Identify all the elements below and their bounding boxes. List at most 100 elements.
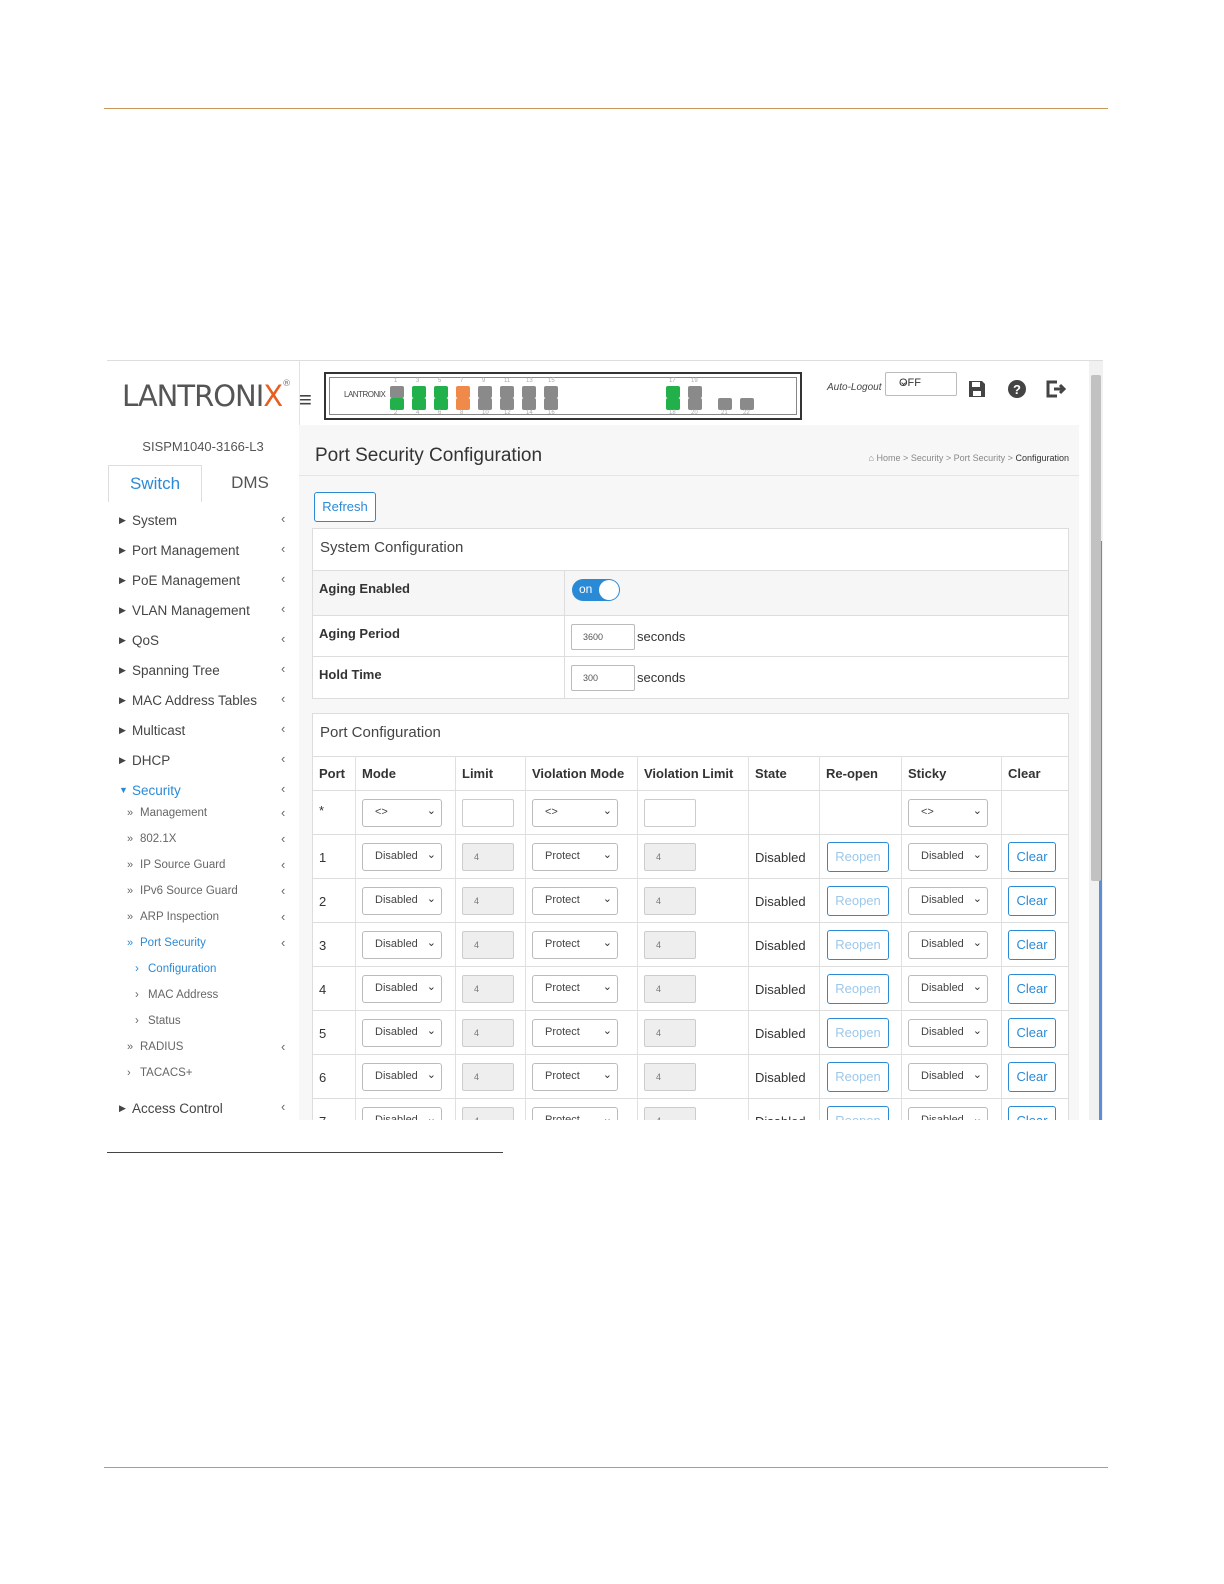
violation-limit-input[interactable]: 4 (644, 1063, 696, 1091)
mode-select[interactable]: Disabled ⌄ (362, 887, 442, 915)
scrollbar[interactable] (1089, 361, 1103, 1120)
switch-port[interactable] (390, 386, 404, 398)
switch-port[interactable] (522, 398, 536, 410)
submenu-radius[interactable]: » RADIUS ‹ (107, 1039, 299, 1059)
tab-switch[interactable]: Switch (108, 465, 202, 502)
submenu-arp-inspection[interactable]: » ARP Inspection ‹ (107, 909, 299, 929)
breadcrumb-security[interactable]: Security (911, 453, 944, 463)
menu-poe-management[interactable]: ▶ PoE Management ‹ (107, 571, 299, 593)
save-icon[interactable] (967, 379, 987, 405)
reopen-button[interactable]: Reopen (827, 886, 889, 916)
mode-select[interactable]: Disabled ⌄ (362, 1063, 442, 1091)
switch-port[interactable] (434, 386, 448, 398)
reopen-button[interactable]: Reopen (827, 1106, 889, 1120)
switch-port[interactable] (456, 398, 470, 410)
help-icon[interactable]: ? (1007, 379, 1027, 405)
menu-vlan-management[interactable]: ▶ VLAN Management ‹ (107, 601, 299, 623)
wildcard-sticky-select[interactable]: <> ⌄ (908, 799, 988, 827)
switch-port[interactable] (456, 386, 470, 398)
submenu-mac-address[interactable]: › MAC Address (107, 987, 299, 1007)
switch-port[interactable] (500, 398, 514, 410)
menu-system[interactable]: ▶ System ‹ (107, 511, 299, 533)
switch-port[interactable] (412, 386, 426, 398)
violation-mode-select[interactable]: Protect ⌄ (532, 1063, 618, 1091)
hamburger-menu-icon[interactable]: ≡ (299, 387, 312, 413)
limit-input[interactable]: 4 (462, 843, 514, 871)
submenu-status[interactable]: › Status (107, 1013, 299, 1033)
sticky-select[interactable]: Disabled ⌄ (908, 1063, 988, 1091)
logout-icon[interactable] (1045, 379, 1067, 405)
switch-port[interactable] (544, 386, 558, 398)
menu-mac-address-tables[interactable]: ▶ MAC Address Tables ‹ (107, 691, 299, 713)
submenu-ipv6-source-guard[interactable]: » IPv6 Source Guard ‹ (107, 883, 299, 903)
limit-input[interactable]: 4 (462, 1019, 514, 1047)
menu-security[interactable]: ▼ Security ‹ (107, 781, 299, 803)
sticky-select[interactable]: Disabled ⌄ (908, 931, 988, 959)
clear-button[interactable]: Clear (1008, 1018, 1056, 1048)
wildcard-mode-select[interactable]: <> ⌄ (362, 799, 442, 827)
violation-limit-input[interactable]: 4 (644, 843, 696, 871)
breadcrumb-home[interactable]: Home (877, 453, 901, 463)
submenu-ip-source-guard[interactable]: » IP Source Guard ‹ (107, 857, 299, 877)
violation-mode-select[interactable]: Protect ⌄ (532, 843, 618, 871)
menu-dhcp[interactable]: ▶ DHCP ‹ (107, 751, 299, 773)
mode-select[interactable]: Disabled ⌄ (362, 1019, 442, 1047)
menu-multicast[interactable]: ▶ Multicast ‹ (107, 721, 299, 743)
submenu-tacacs[interactable]: › TACACS+ (107, 1065, 299, 1085)
hold-time-input[interactable]: 300 (571, 665, 635, 691)
limit-input[interactable]: 4 (462, 887, 514, 915)
violation-mode-select[interactable]: Protect ⌄ (532, 975, 618, 1003)
aging-enabled-toggle[interactable]: on (572, 579, 620, 601)
switch-port[interactable] (478, 386, 492, 398)
breadcrumb-port-security[interactable]: Port Security (954, 453, 1006, 463)
clear-button[interactable]: Clear (1008, 1106, 1056, 1120)
wildcard-violation-limit-input[interactable] (644, 799, 696, 827)
menu-qos[interactable]: ▶ QoS ‹ (107, 631, 299, 653)
scrollbar-thumb[interactable] (1091, 375, 1101, 881)
limit-input[interactable]: 4 (462, 1063, 514, 1091)
switch-port[interactable] (390, 398, 404, 410)
clear-button[interactable]: Clear (1008, 886, 1056, 916)
aging-period-input[interactable]: 3600 (571, 624, 635, 650)
submenu-port-security[interactable]: » Port Security ‹ (107, 935, 299, 955)
clear-button[interactable]: Clear (1008, 1062, 1056, 1092)
violation-limit-input[interactable]: 4 (644, 1107, 696, 1120)
refresh-button[interactable]: Refresh (314, 492, 376, 522)
switch-port[interactable] (522, 386, 536, 398)
submenu-management[interactable]: » Management ‹ (107, 805, 299, 825)
sticky-select[interactable]: Disabled ⌄ (908, 887, 988, 915)
limit-input[interactable]: 4 (462, 975, 514, 1003)
switch-port[interactable] (666, 386, 680, 398)
violation-mode-select[interactable]: Protect ⌄ (532, 1019, 618, 1047)
violation-limit-input[interactable]: 4 (644, 931, 696, 959)
clear-button[interactable]: Clear (1008, 930, 1056, 960)
reopen-button[interactable]: Reopen (827, 930, 889, 960)
sticky-select[interactable]: Disabled ⌄ (908, 1019, 988, 1047)
violation-limit-input[interactable]: 4 (644, 975, 696, 1003)
sticky-select[interactable]: Disabled ⌄ (908, 1107, 988, 1120)
menu-access-control[interactable]: ▶ Access Control ‹ (107, 1099, 299, 1120)
switch-port[interactable] (688, 398, 702, 410)
violation-limit-input[interactable]: 4 (644, 887, 696, 915)
submenu-configuration[interactable]: › Configuration (107, 961, 299, 981)
mode-select[interactable]: Disabled ⌄ (362, 1107, 442, 1120)
violation-mode-select[interactable]: Protect ⌄ (532, 931, 618, 959)
sfp-port[interactable] (718, 398, 732, 410)
tab-dms[interactable]: DMS (202, 465, 298, 501)
wildcard-limit-input[interactable] (462, 799, 514, 827)
auto-logout-select[interactable]: OFF ⌄ (885, 372, 957, 396)
switch-port[interactable] (500, 386, 514, 398)
mode-select[interactable]: Disabled ⌄ (362, 931, 442, 959)
mode-select[interactable]: Disabled ⌄ (362, 843, 442, 871)
sticky-select[interactable]: Disabled ⌄ (908, 975, 988, 1003)
switch-port[interactable] (478, 398, 492, 410)
switch-port[interactable] (544, 398, 558, 410)
wildcard-violation-mode-select[interactable]: <> ⌄ (532, 799, 618, 827)
limit-input[interactable]: 4 (462, 931, 514, 959)
reopen-button[interactable]: Reopen (827, 1018, 889, 1048)
switch-port[interactable] (688, 386, 702, 398)
sfp-port[interactable] (740, 398, 754, 410)
clear-button[interactable]: Clear (1008, 974, 1056, 1004)
reopen-button[interactable]: Reopen (827, 842, 889, 872)
menu-port-management[interactable]: ▶ Port Management ‹ (107, 541, 299, 563)
